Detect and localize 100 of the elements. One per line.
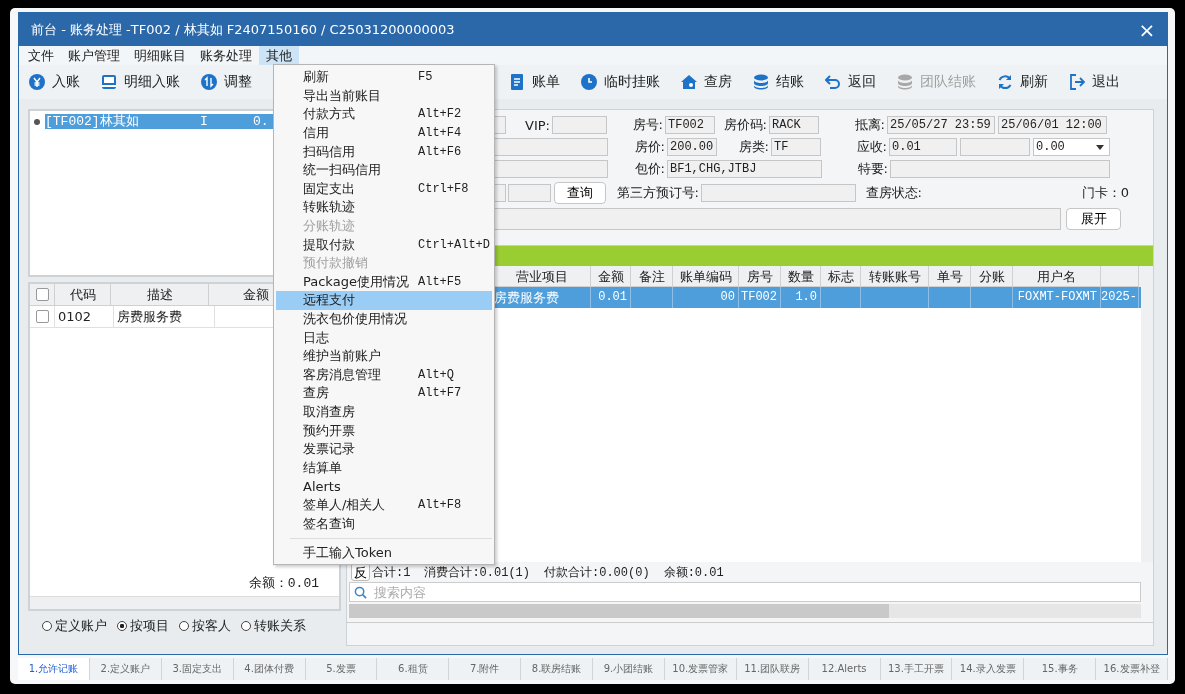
toolbar-button[interactable]: 临时挂账	[575, 73, 666, 91]
field-label: 房类:	[737, 138, 770, 156]
scrollbar[interactable]	[349, 604, 1141, 618]
menu-item[interactable]: 取消查房	[276, 402, 492, 422]
document-icon	[509, 74, 525, 90]
tab[interactable]: 2.定义账户	[89, 658, 162, 680]
menu-item[interactable]: 扫码信用 Alt+F6	[276, 142, 492, 161]
scrollbar[interactable]	[30, 596, 339, 609]
toolbar-button[interactable]: 结账	[747, 73, 810, 91]
input-field[interactable]: BF1,CHG,JTBJ	[667, 160, 822, 178]
tab[interactable]: 13.手工开票	[880, 658, 953, 680]
field-label: 房价:	[633, 138, 666, 156]
toolbar-button[interactable]: 退出	[1063, 73, 1126, 91]
menu-item[interactable]: 刷新 F5	[276, 68, 492, 87]
house-icon	[681, 74, 697, 90]
toolbar-button[interactable]: 账单	[503, 73, 566, 91]
input-field[interactable]: 25/05/27 23:59	[887, 116, 995, 134]
yen-icon	[29, 74, 45, 90]
input-field[interactable]	[494, 138, 608, 156]
menu-item[interactable]: 预约开票	[276, 421, 492, 440]
menu-item[interactable]: 维护当前账户	[276, 346, 492, 366]
menu-item[interactable]: 客房消息管理 Alt+Q	[276, 365, 492, 385]
tab[interactable]: 1.允许记账	[18, 658, 90, 680]
exit-icon	[1069, 74, 1085, 90]
radio-option[interactable]: 按项目	[117, 617, 169, 635]
toolbar-button[interactable]: 刷新	[991, 73, 1054, 91]
tab[interactable]: 6.租赁	[377, 658, 450, 680]
expand-button[interactable]: 展开	[1066, 208, 1121, 230]
table-cell: 2025-	[1101, 290, 1137, 304]
input-field[interactable]: TF002	[665, 116, 715, 134]
menu-item[interactable]: 查房 Alt+F7	[276, 384, 492, 403]
tab[interactable]: 5.发票	[305, 658, 378, 680]
tab[interactable]: 10.发票管家	[664, 658, 737, 680]
tab[interactable]: 15.事务	[1024, 658, 1097, 680]
input-field[interactable]	[890, 160, 1110, 178]
checkbox[interactable]	[35, 288, 49, 301]
input-field[interactable]	[508, 184, 551, 202]
toolbar-button[interactable]: 调整	[195, 73, 258, 91]
menu-item[interactable]: 其他	[259, 46, 299, 65]
radio-option[interactable]: 转账关系	[241, 617, 306, 635]
toolbar-button[interactable]: 入账	[23, 73, 86, 91]
field-label: 第三方预订号:	[615, 184, 700, 202]
menu-item[interactable]: 手工输入Token	[276, 543, 492, 563]
input-field[interactable]	[552, 116, 607, 134]
toolbar-button[interactable]: 查房	[675, 73, 738, 91]
input-field[interactable]	[701, 184, 856, 202]
menu-item[interactable]: 签名查询	[276, 514, 492, 533]
radio-option[interactable]: 按客人	[179, 617, 231, 635]
tab[interactable]: 3.固定支出	[161, 658, 234, 680]
toolbar-button[interactable]: 明细入账	[95, 73, 186, 91]
menu-item[interactable]: 导出当前账目	[276, 86, 492, 106]
input-field[interactable]	[494, 208, 1061, 230]
tab[interactable]: 11.团队联房	[736, 658, 809, 680]
table-cell: 1.0	[795, 290, 817, 304]
table-cell: 00	[720, 290, 735, 304]
input-field[interactable]: TF	[771, 138, 821, 156]
menu-item[interactable]: Alerts	[276, 477, 492, 496]
input-field[interactable]: 0.01	[889, 138, 957, 156]
menu-item[interactable]: 明细账目	[127, 46, 193, 65]
menu-item[interactable]: 统一扫码信用	[276, 160, 492, 180]
menu-item[interactable]: 发票记录	[276, 439, 492, 459]
input-field[interactable]: 200.00	[667, 138, 717, 156]
tab[interactable]: 8.联房结账	[521, 658, 593, 680]
tab[interactable]: 7.附件	[449, 658, 522, 680]
input-field[interactable]: 25/06/01 12:00	[998, 116, 1107, 134]
balance-text: 余额：0.01	[248, 576, 319, 591]
tab[interactable]: 14.录入发票	[952, 658, 1025, 680]
menu-item[interactable]: 固定支出 Ctrl+F8	[276, 179, 492, 199]
menu-item[interactable]: 签单人/相关人 Alt+F8	[276, 495, 492, 515]
table-cell: FOXMT-FOXMT	[1017, 290, 1097, 304]
query-button[interactable]: 查询	[554, 182, 606, 204]
tab[interactable]: 12.Alerts	[808, 658, 881, 680]
tab[interactable]: 4.团体付费	[233, 658, 306, 680]
refresh-icon	[997, 74, 1013, 90]
input-field[interactable]	[494, 160, 608, 178]
table-cell-text: 房费服务费	[494, 289, 560, 307]
dropdown-field[interactable]: 0.00	[1033, 138, 1110, 156]
input-field[interactable]: RACK	[769, 116, 819, 134]
close-button[interactable]: ×	[1127, 17, 1167, 42]
search-field[interactable]: 搜索内容	[349, 582, 1141, 602]
coins-icon	[897, 74, 913, 90]
radio-option[interactable]: 定义账户	[42, 617, 107, 635]
tab[interactable]: 16.发票补登	[1096, 658, 1168, 680]
toolbar-button[interactable]: 返回	[819, 73, 882, 91]
menu-item[interactable]: 结算单	[276, 458, 492, 478]
menu-item[interactable]: 账户管理	[61, 46, 127, 65]
swap-icon	[201, 74, 217, 90]
tab[interactable]: 9.小团结账	[593, 658, 665, 680]
menu-item[interactable]: 转账轨迹	[276, 198, 492, 217]
menu-item[interactable]: 洗衣包价使用情况	[276, 309, 492, 329]
menu-item[interactable]: 文件	[21, 46, 61, 65]
field-label: VIP:	[524, 117, 551, 133]
bullet-icon	[34, 118, 40, 125]
menu-item[interactable]: 提取付款 Ctrl+Alt+D	[276, 235, 492, 254]
menu-item[interactable]: 账务处理	[193, 46, 259, 65]
menu-item[interactable]: 远程支付	[276, 291, 492, 310]
checkbox[interactable]	[35, 310, 49, 323]
search-icon	[354, 586, 367, 599]
menu-item[interactable]: 日志	[276, 328, 492, 347]
input-field[interactable]	[960, 138, 1030, 156]
